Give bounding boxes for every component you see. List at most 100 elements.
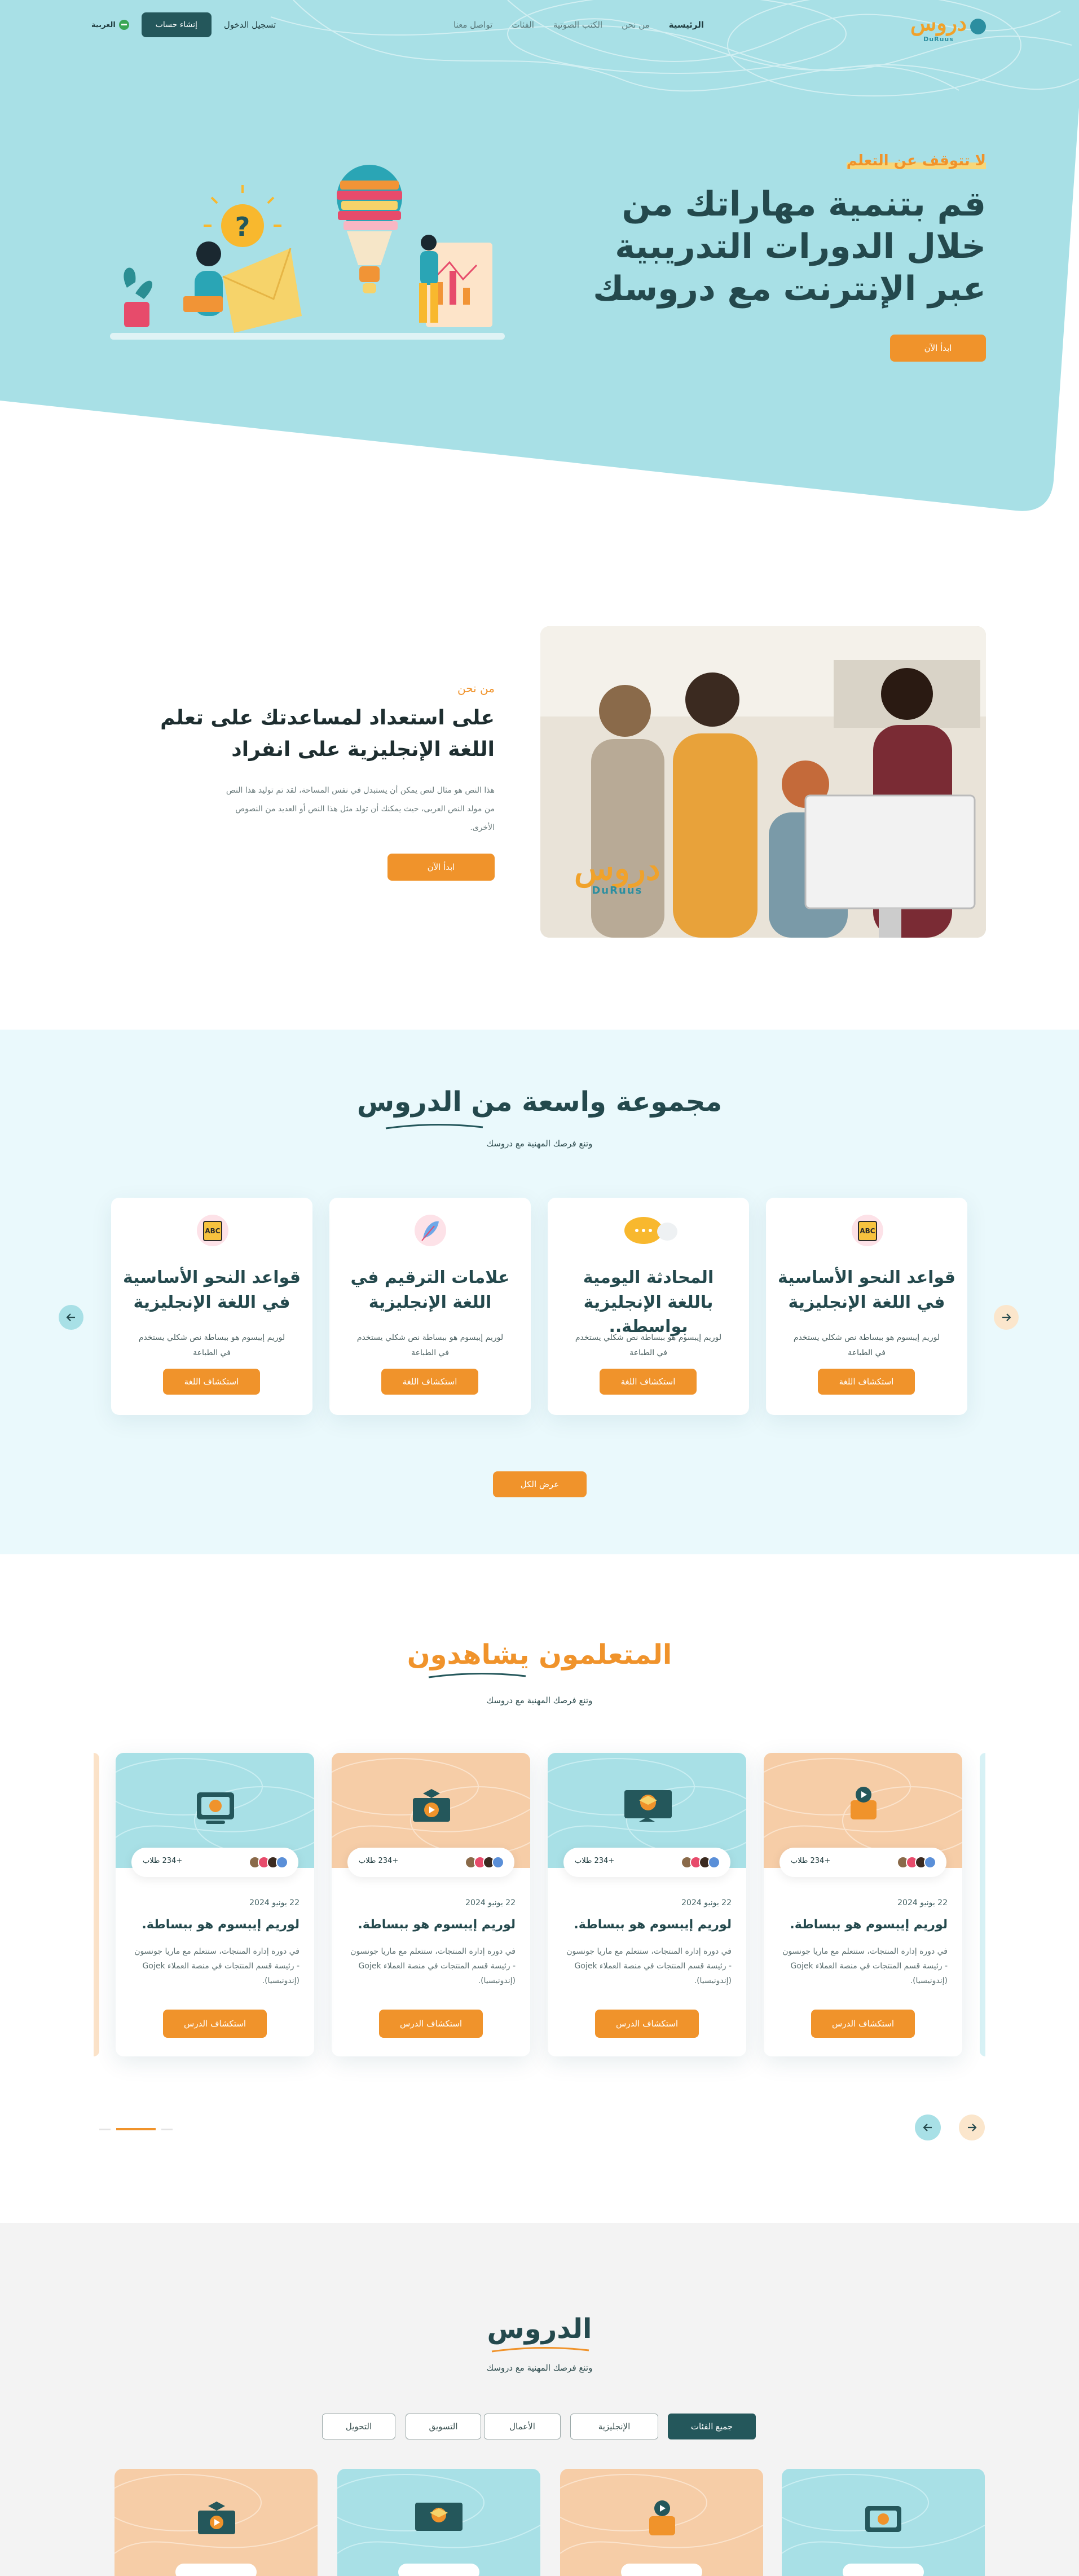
photo-logo: دروس DuRuus [574,849,660,896]
lesson-card[interactable]: +234 طلاب 22 يونيو 2024 لوريم إيبسوم هو … [548,1753,746,2056]
hero-section: دروس DuRuus الرئيسية من نحن الكتب الصوتي… [0,0,1079,519]
nav-home[interactable]: الرئيسية [669,20,704,30]
page-dot-active[interactable] [116,2128,156,2130]
lesson-preview-card[interactable] [560,2469,763,2576]
arrow-left-icon [66,1313,75,1321]
course-title: علامات الترقيم في اللغة الإنجليزية [350,1268,510,1312]
hero-start-button[interactable]: ابدأ الآن [890,335,986,362]
arrow-right-icon [968,2124,977,2131]
title-underline [428,1672,526,1678]
avatar [924,1856,936,1869]
login-link[interactable]: تسجيل الدخول [224,20,276,30]
lesson-card[interactable]: +234 طلاب 22 يونيو 2024 لوريم إيبسوم هو … [332,1753,530,2056]
svg-text:ABC: ABC [860,1227,875,1235]
learners-subtitle: وتنع فرصك المهنية مع دروسك [486,1695,593,1705]
about-start-button[interactable]: ابدأ الآن [387,854,495,881]
course-title: المحادثة اليومية باللغة الإنجليزية بواسط… [583,1268,714,1337]
arrow-left-icon [923,2124,932,2131]
tab-conversion[interactable]: التحويل [322,2414,395,2439]
language-label: العربية [91,20,116,29]
tab-business[interactable]: الأعمال [484,2414,561,2439]
graduation-video-icon [413,1789,450,1822]
course-card[interactable]: ABC قواعد النحو الأساسية في اللغة الإنجل… [766,1198,967,1415]
register-button[interactable]: إنشاء حساب [141,12,212,37]
title-underline [385,1123,483,1129]
page-dot[interactable] [161,2128,173,2130]
lesson-preview-card[interactable] [782,2469,985,2576]
explore-language-button[interactable]: استكشاف اللغة [381,1369,478,1395]
card-title: لوريم إيبسوم هو ببساطة. [142,1918,300,1932]
explore-language-button[interactable]: استكشاف اللغة [600,1369,697,1395]
graduation-board-icon [337,2474,540,2576]
course-card[interactable]: علامات الترقيم في اللغة الإنجليزية لوريم… [329,1198,531,1415]
play-box-icon [560,2474,763,2576]
explore-language-button[interactable]: استكشاف اللغة [818,1369,915,1395]
course-card[interactable]: المحادثة اليومية باللغة الإنجليزية بواسط… [548,1198,749,1415]
hero-illustration: ? [110,165,505,340]
explore-lesson-button[interactable]: استكشاف الدرس [595,2010,699,2038]
language-switcher[interactable]: العربية [91,20,129,30]
learners-next-button[interactable] [959,2115,985,2140]
monitor-cap-icon [782,2474,985,2576]
auth-area: العربية إنشاء حساب تسجيل الدخول [91,12,276,37]
abc-book-icon: ABC [197,1215,228,1246]
students-pill: +234 طلاب [779,1848,946,1877]
explore-language-button[interactable]: استكشاف اللغة [163,1369,260,1395]
students-count: +234 طلاب [791,1857,831,1865]
nav-categories[interactable]: الفئات [512,20,534,30]
nav-about[interactable]: من نحن [622,20,650,30]
explore-lesson-button[interactable]: استكشاف الدرس [811,2010,915,2038]
tab-all-categories[interactable]: جميع الفئات [668,2414,756,2439]
nav-audiobooks[interactable]: الكتب الصوتية [553,20,602,30]
nav-contact[interactable]: تواصل معنا [453,20,492,30]
students-count: +234 طلاب [143,1857,183,1865]
avatar-group [681,1856,720,1869]
arrow-right-icon [1002,1313,1011,1321]
tab-marketing[interactable]: التسويق [406,2414,481,2439]
tab-english[interactable]: الإنجليزية [570,2414,658,2439]
students-count: +234 طلاب [359,1857,399,1865]
students-pill: +234 طلاب [347,1848,514,1877]
hero-tagline: لا تتوقف عن التعلم [846,152,986,169]
site-logo[interactable]: دروس DuRuus [910,10,986,43]
carousel-pagination [99,2128,173,2130]
lessons-title: الدروس [487,2313,592,2345]
about-label: من نحن [457,682,495,695]
flag-icon [118,20,129,30]
lessons-subtitle: وتنع فرصك المهنية مع دروسك [486,2363,593,2373]
carousel-peek-left [94,1753,99,2056]
monitor-cap-icon [197,1792,234,1824]
svg-text:?: ? [235,212,250,242]
abc-book-icon: ABC [852,1215,883,1246]
lesson-card[interactable]: +234 طلاب 22 يونيو 2024 لوريم إيبسوم هو … [116,1753,314,2056]
lesson-card[interactable]: +234 طلاب 22 يونيو 2024 لوريم إيبسوم هو … [764,1753,962,2056]
lesson-preview-card[interactable] [337,2469,540,2576]
course-desc: لوريم إيبسوم هو ببساطة نص شكلي يستخدم في… [793,1333,940,1357]
card-title: لوريم إيبسوم هو ببساطة. [358,1918,516,1932]
explore-lesson-button[interactable]: استكشاف الدرس [163,2010,267,2038]
card-desc: في دورة إدارة المنتجات، ستتعلم مع ماريا … [134,1947,300,1985]
hero-title: قم بتنمية مهاراتك من خلال الدورات التدري… [593,184,986,309]
carousel-peek-right [980,1753,985,2056]
course-desc: لوريم إيبسوم هو ببساطة نص شكلي يستخدم في… [138,1333,285,1357]
graduation-board-icon [624,1790,672,1822]
course-card[interactable]: ABC قواعد النحو الأساسية في اللغة الإنجل… [111,1198,312,1415]
avatar [708,1856,720,1869]
card-date: 22 يونيو 2024 [465,1898,516,1907]
courses-next-button[interactable] [994,1305,1019,1330]
view-all-button[interactable]: عرض الكل [493,1471,587,1497]
lightbulb-icon: ? [204,185,281,247]
learners-title: المتعلمون يشاهدون [407,1639,672,1671]
explore-lesson-button[interactable]: استكشاف الدرس [379,2010,483,2038]
courses-subtitle: وتنع فرصك المهنية مع دروسك [486,1138,593,1149]
learners-prev-button[interactable] [915,2115,941,2140]
courses-prev-button[interactable] [59,1305,83,1330]
about-title: على استعداد لمساعدتك على تعلم اللغة الإن… [160,706,495,761]
svg-text:ABC: ABC [205,1227,220,1235]
page-dot[interactable] [99,2128,111,2130]
course-desc: لوريم إيبسوم هو ببساطة نص شكلي يستخدم في… [575,1333,722,1357]
lesson-preview-card[interactable] [114,2469,318,2576]
avatar-group [465,1856,504,1869]
students-pill: +234 طلاب [131,1848,298,1877]
title-underline [491,2346,589,2353]
